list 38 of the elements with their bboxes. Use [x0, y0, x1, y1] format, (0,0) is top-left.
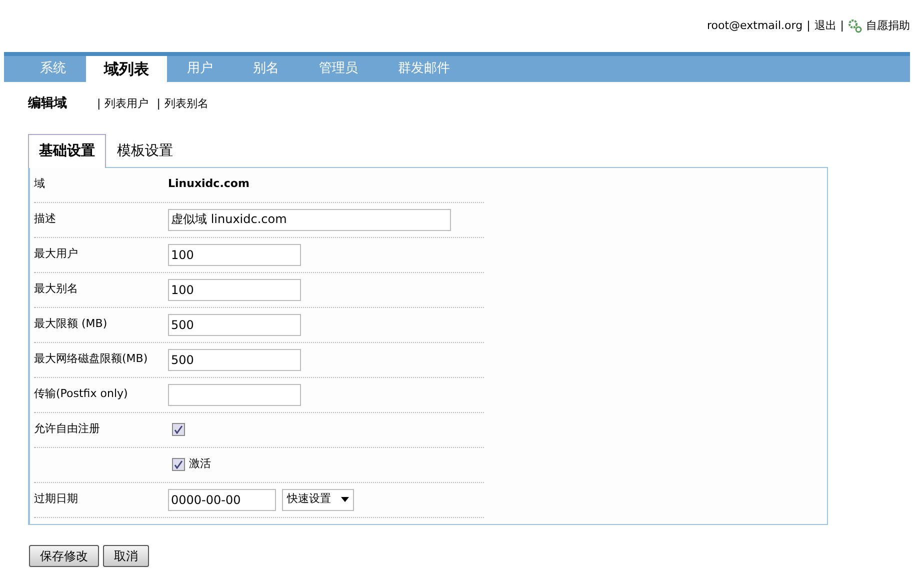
- field-value: Linuxidc.com: [168, 176, 250, 192]
- donate-link[interactable]: 自愿捐助: [866, 18, 910, 34]
- page-title: 编辑域: [28, 94, 67, 113]
- settings-tab[interactable]: 模板设置: [106, 134, 184, 168]
- field-label: 最大用户: [34, 246, 79, 262]
- input-field[interactable]: 虚似域 linuxidc.com: [168, 208, 451, 230]
- menu-tab[interactable]: 域列表: [86, 56, 167, 82]
- field-label: 允许自由注册: [34, 421, 101, 438]
- caret-icon: [341, 497, 349, 502]
- list-link[interactable]: 列表用户: [104, 96, 149, 112]
- user-email: root@extmail.org: [707, 18, 803, 34]
- date-field[interactable]: 0000-00-00: [168, 488, 276, 510]
- form-button[interactable]: 取消: [103, 544, 149, 566]
- form-button[interactable]: 保存修改: [29, 544, 99, 566]
- input-field[interactable]: [168, 384, 301, 406]
- input-field[interactable]: 100: [168, 278, 301, 300]
- logout-link[interactable]: 退出: [814, 18, 836, 34]
- input-field[interactable]: 500: [168, 348, 301, 370]
- settings-tab[interactable]: 基础设置: [28, 134, 106, 168]
- checkbox[interactable]: [172, 458, 185, 471]
- field-label: 最大网络磁盘限额(MB): [34, 351, 149, 368]
- field-label: 最大限额 (MB): [34, 316, 108, 332]
- gear-icon: [848, 19, 862, 33]
- field-label: 传输(Postfix only): [34, 386, 129, 402]
- field-label: 描述: [34, 211, 57, 228]
- checkbox[interactable]: [172, 423, 185, 436]
- list-link[interactable]: 列表别名: [164, 96, 208, 112]
- separator: |: [156, 96, 160, 112]
- field-label: 最大别名: [34, 281, 79, 298]
- field-label: 过期日期: [34, 491, 79, 508]
- field-label: 域: [34, 176, 46, 192]
- separator: |: [840, 18, 844, 34]
- separator: |: [806, 18, 810, 34]
- input-field[interactable]: 500: [168, 314, 301, 336]
- checkbox-label: 激活: [189, 456, 211, 472]
- quick-select[interactable]: 快速设置: [282, 488, 354, 510]
- separator: |: [97, 96, 101, 112]
- input-field[interactable]: 100: [168, 244, 301, 266]
